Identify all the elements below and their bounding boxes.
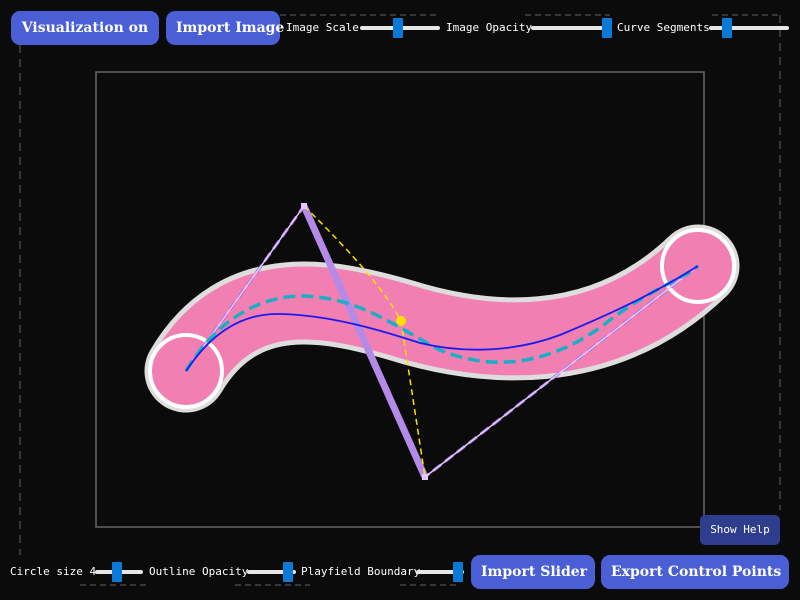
image-opacity-thumb[interactable] (602, 18, 612, 38)
image-opacity-slider[interactable] (531, 18, 612, 38)
visualization-toggle-button[interactable]: Visualization on (11, 11, 159, 45)
export-control-points-button[interactable]: Export Control Points (601, 555, 789, 589)
curve-segments-thumb[interactable] (721, 18, 732, 38)
circle-size-slider[interactable] (95, 562, 143, 582)
image-scale-slider[interactable] (360, 18, 440, 38)
outline-opacity-slider[interactable] (247, 562, 296, 582)
image-scale-label: Image Scale (286, 21, 359, 34)
slider-editor-app: Visualization on Import Image Image Scal… (0, 0, 800, 600)
image-opacity-track (531, 26, 611, 30)
circle-size-label: Circle size 4 (10, 565, 97, 578)
editor-canvas[interactable] (0, 0, 800, 600)
curve-segments-label: Curve Segments (617, 21, 710, 34)
import-slider-button[interactable]: Import Slider (471, 555, 595, 589)
playfield-boundary-thumb[interactable] (453, 562, 464, 582)
outline-opacity-thumb[interactable] (283, 562, 294, 582)
control-point-handle-1[interactable] (301, 203, 307, 209)
curve-segments-slider[interactable] (709, 18, 789, 38)
control-point-handle-2[interactable] (422, 474, 428, 480)
playfield-boundary-label: Playfield Boundary (301, 565, 421, 578)
outline-opacity-label: Outline Opacity (149, 565, 249, 578)
circle-size-thumb[interactable] (111, 562, 122, 582)
slider-body (149, 229, 735, 408)
show-help-button[interactable]: Show Help (700, 515, 780, 545)
image-opacity-label: Image Opacity (446, 21, 533, 34)
image-scale-thumb[interactable] (392, 18, 403, 38)
playfield-boundary-slider[interactable] (416, 562, 464, 582)
import-image-button[interactable]: Import Image (166, 11, 284, 45)
